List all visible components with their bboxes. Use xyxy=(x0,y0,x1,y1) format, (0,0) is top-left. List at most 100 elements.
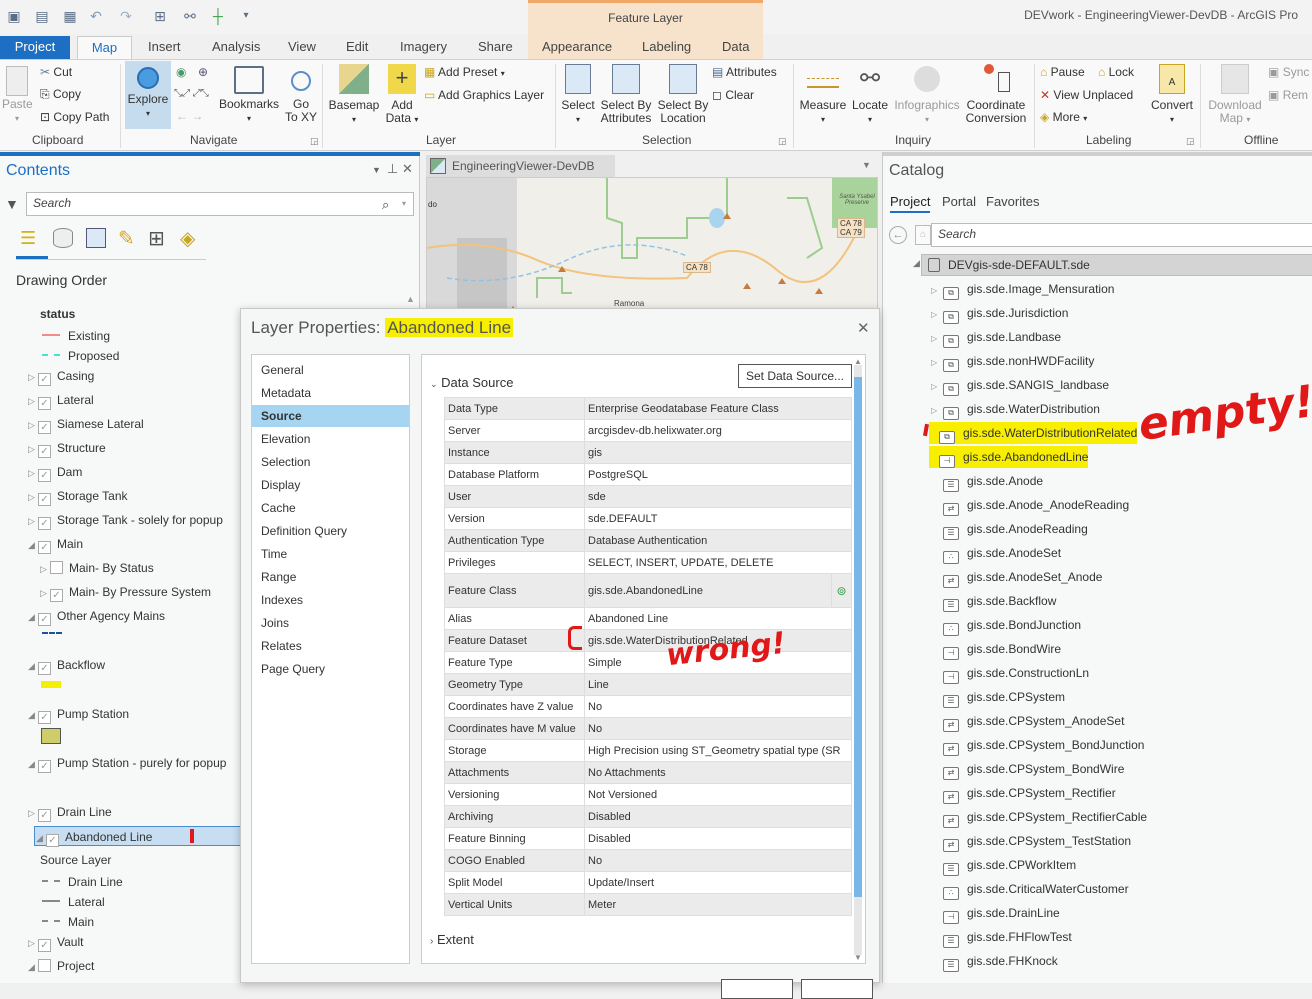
layer-item[interactable]: ▷ ✓ Structure xyxy=(28,438,106,458)
layer-item[interactable]: ▷ ✓ Storage Tank - solely for popup xyxy=(28,510,223,530)
data-source-section-toggle[interactable]: ⌄ Data Source xyxy=(430,375,513,390)
layer-item[interactable]: ▷ ✓ Drain Line xyxy=(28,802,112,822)
catalog-item[interactable]: ⊣ gis.sde.BondWire xyxy=(931,638,1061,660)
download-map-button[interactable]: Download Map ▾ xyxy=(1204,64,1266,126)
layer-item[interactable]: ▷ ✓ Vault xyxy=(28,932,83,952)
expand-icon[interactable]: ▷ xyxy=(28,439,38,459)
expand-icon[interactable]: ▷ xyxy=(40,583,50,603)
fixed-zoom-icons[interactable]: ⤡⤢ ⤢⤡ xyxy=(174,86,209,102)
expand-icon[interactable]: ▷ xyxy=(28,391,38,411)
add-graphics-layer-button[interactable]: ▭ Add Graphics Layer xyxy=(424,87,544,103)
nav-item-cache[interactable]: Cache xyxy=(252,497,409,519)
tab-edit[interactable]: Edit xyxy=(338,36,376,60)
collapse-icon[interactable]: ◢ xyxy=(28,535,38,555)
expand-icon[interactable]: ▷ xyxy=(28,367,38,387)
expand-icon[interactable]: ▷ xyxy=(28,487,38,507)
basemap-button[interactable]: Basemap ▾ xyxy=(328,64,380,126)
nav-item-display[interactable]: Display xyxy=(252,474,409,496)
expand-icon[interactable]: ▷ xyxy=(28,933,38,953)
catalog-item[interactable]: ▷ ⧉ gis.sde.WaterDistribution xyxy=(931,398,1100,420)
catalog-item[interactable]: ▷ ⧉ gis.sde.Jurisdiction xyxy=(931,302,1068,324)
customize-qat-icon[interactable]: ▾ xyxy=(238,8,254,24)
visibility-checkbox[interactable]: ✓ xyxy=(38,662,51,675)
catalog-item[interactable]: ⇄ gis.sde.CPSystem_BondWire xyxy=(931,758,1124,780)
previous-extent-icon[interactable]: ← → xyxy=(176,108,203,124)
extent-section-toggle[interactable]: › Extent xyxy=(430,932,474,947)
visibility-checkbox[interactable] xyxy=(50,561,63,574)
layer-item[interactable]: ▷ ✓ Siamese Lateral xyxy=(28,414,144,434)
expand-icon[interactable]: ▷ xyxy=(40,559,50,579)
visibility-checkbox[interactable]: ✓ xyxy=(38,421,51,434)
explore-button[interactable]: Explore ▾ xyxy=(125,61,171,129)
catalog-item[interactable]: ☰ gis.sde.AnodeReading xyxy=(931,518,1088,540)
layer-item[interactable]: ◢ ✓ Main xyxy=(28,534,83,554)
scroll-up-icon[interactable]: ▲ xyxy=(854,357,862,366)
drawing-order-icon[interactable]: ☰ xyxy=(20,228,42,250)
tab-insert[interactable]: Insert xyxy=(140,36,189,60)
search-dropdown-icon[interactable]: ▾ xyxy=(402,199,406,208)
nav-item-metadata[interactable]: Metadata xyxy=(252,382,409,404)
coordinate-conversion-button[interactable]: Coordinate Conversion xyxy=(964,64,1028,125)
convert-button[interactable]: A Convert ▾ xyxy=(1150,64,1194,126)
catalog-tab-favorites[interactable]: Favorites xyxy=(986,194,1039,209)
visibility-checkbox[interactable]: ✓ xyxy=(38,445,51,458)
pane-menu-icon[interactable]: ▼ xyxy=(372,165,381,175)
expand-icon[interactable]: ▷ xyxy=(931,304,943,326)
catalog-item[interactable]: ⊣ gis.sde.AbandonedLine xyxy=(929,446,1089,468)
attributes-button[interactable]: ▤ Attributes xyxy=(712,64,777,80)
back-icon[interactable]: ← xyxy=(889,226,907,244)
sync-button[interactable]: ▣ Sync xyxy=(1268,64,1309,80)
expand-icon[interactable]: ▷ xyxy=(28,463,38,483)
layer-item[interactable]: ▷ ✓ Lateral xyxy=(28,390,94,410)
expand-icon[interactable]: ▷ xyxy=(931,352,943,374)
catalog-item[interactable]: ☰ gis.sde.CPSystem xyxy=(931,686,1065,708)
pause-labeling-button[interactable]: ⌂ Pause xyxy=(1040,64,1085,80)
remove-button[interactable]: ▣ Rem xyxy=(1268,87,1308,103)
nav-item-selection[interactable]: Selection xyxy=(252,451,409,473)
nav-item-relates[interactable]: Relates xyxy=(252,635,409,657)
paste-button[interactable]: Paste ▾ xyxy=(2,66,33,125)
tab-labeling[interactable]: Labeling xyxy=(634,36,699,60)
scroll-down-icon[interactable]: ▼ xyxy=(854,953,862,962)
visibility-checkbox[interactable]: ✓ xyxy=(38,541,51,554)
selection-view-icon[interactable] xyxy=(86,228,106,248)
visibility-checkbox[interactable]: ✓ xyxy=(38,939,51,952)
collapse-icon[interactable]: ◢ xyxy=(28,656,38,676)
tab-imagery[interactable]: Imagery xyxy=(392,36,455,60)
add-preset-button[interactable]: ▦ Add Preset ▾ xyxy=(424,64,505,82)
scrollbar-thumb[interactable] xyxy=(854,377,862,897)
catalog-item[interactable]: ☰ gis.sde.CPWorkItem xyxy=(931,854,1076,876)
infographics-button[interactable]: Infographics ▾ xyxy=(892,64,962,126)
go-to-xy-button[interactable]: Go To XY xyxy=(284,66,318,124)
collapse-icon[interactable]: ◢ xyxy=(28,607,38,627)
filter-icon[interactable]: ▼ xyxy=(5,196,19,212)
catalog-item[interactable]: ∴ gis.sde.BondJunction xyxy=(931,614,1081,636)
navigate-launcher-icon[interactable]: ◲ xyxy=(310,136,319,147)
collapse-icon[interactable]: ◢ xyxy=(28,754,38,774)
layer-item[interactable]: ◢ ✓ Other Agency Mains xyxy=(28,606,165,626)
catalog-item[interactable]: ☰ gis.sde.FHFlowTest xyxy=(931,926,1072,948)
visibility-checkbox[interactable]: ✓ xyxy=(46,834,59,847)
snapping-view-icon[interactable]: ⊞ xyxy=(148,226,165,251)
locate-button[interactable]: ⚯ Locate ▾ xyxy=(850,64,890,126)
map-view[interactable]: CA 78 CA 78 CA 79 Ramona Santa Ysabel Pre… xyxy=(426,177,878,312)
catalog-item[interactable]: ⊣ gis.sde.DrainLine xyxy=(931,902,1060,924)
tab-project[interactable]: Project xyxy=(0,36,70,60)
cut-button[interactable]: ✂ Cut xyxy=(40,64,72,80)
catalog-item[interactable]: ☰ gis.sde.Anode xyxy=(931,470,1043,492)
catalog-item[interactable]: ⇄ gis.sde.CPSystem_Rectifier xyxy=(931,782,1116,804)
catalog-tab-portal[interactable]: Portal xyxy=(942,194,976,209)
redo-icon[interactable]: ↷ xyxy=(118,8,134,24)
more-labeling-button[interactable]: ◈ More ▾ xyxy=(1040,109,1087,127)
expand-icon[interactable]: ▷ xyxy=(931,376,943,398)
new-project-icon[interactable]: ▣ xyxy=(6,8,22,24)
layer-item[interactable]: ▷ Main- By Status xyxy=(40,558,154,578)
undo-icon[interactable]: ↶ xyxy=(88,8,104,24)
expand-icon[interactable]: ▷ xyxy=(931,328,943,350)
pin-icon[interactable]: ⊥ xyxy=(387,161,398,177)
visibility-checkbox[interactable]: ✓ xyxy=(38,469,51,482)
catalog-item[interactable]: ∴ gis.sde.CriticalWaterCustomer xyxy=(931,878,1129,900)
catalog-item[interactable]: ⇄ gis.sde.Anode_AnodeReading xyxy=(931,494,1129,516)
catalog-item[interactable]: ∴ gis.sde.AnodeSet xyxy=(931,542,1061,564)
view-unplaced-button[interactable]: ✕ View Unplaced xyxy=(1040,87,1133,103)
